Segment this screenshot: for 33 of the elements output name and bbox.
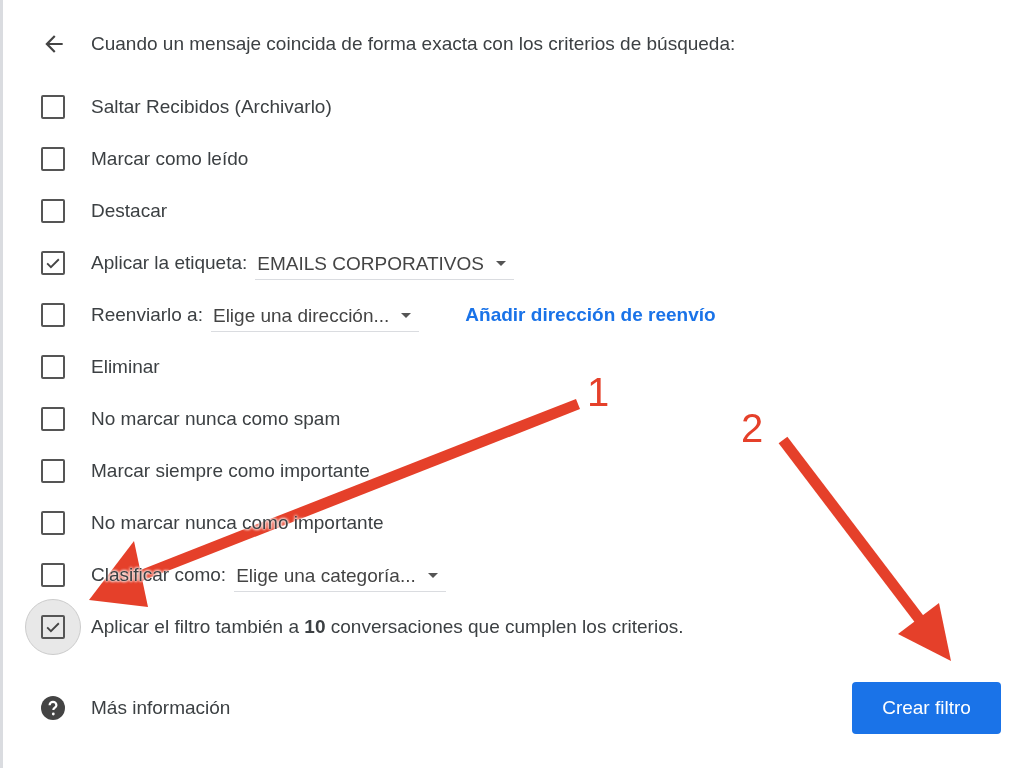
option-label: No marcar nunca como spam (91, 408, 341, 430)
help-icon[interactable] (41, 696, 65, 720)
checkbox[interactable] (41, 147, 65, 171)
create-filter-button[interactable]: Crear filtro (852, 682, 1001, 734)
dropdown[interactable]: Elige una dirección... (210, 304, 420, 332)
checkbox[interactable] (41, 199, 65, 223)
checkbox[interactable] (41, 303, 65, 327)
option-label: Aplicar la etiqueta: (91, 252, 248, 274)
checkbox[interactable] (41, 407, 65, 431)
caret-icon (427, 572, 438, 579)
checkbox[interactable] (41, 355, 65, 379)
dropdown[interactable]: Elige una categoría... (234, 564, 446, 592)
checkbox[interactable] (41, 563, 65, 587)
checkbox[interactable] (41, 95, 65, 119)
header-text: Cuando un mensaje coincida de forma exacta con los criterios de búsqueda: (91, 33, 736, 55)
help-text[interactable]: Más información (91, 697, 852, 719)
caret-icon (401, 312, 412, 319)
checkbox[interactable] (41, 511, 65, 535)
option-label: Reenviarlo a: (91, 304, 203, 326)
option-label: Marcar como leído (91, 148, 249, 170)
checkbox[interactable] (41, 615, 65, 639)
checkbox[interactable] (41, 459, 65, 483)
option-label: Destacar (91, 200, 168, 222)
caret-icon (495, 260, 506, 267)
dropdown[interactable]: EMAILS CORPORATIVOS (255, 252, 514, 280)
annotation-number: 1 (587, 372, 610, 412)
checkbox[interactable] (41, 251, 65, 275)
add-forward-link[interactable]: Añadir dirección de reenvío (465, 304, 716, 326)
option-label: Eliminar (91, 356, 160, 378)
option-label: Aplicar el filtro también a 10 conversaciones que cumplen los criterios. (91, 616, 684, 638)
annotation-number: 2 (741, 408, 764, 448)
option-label: Marcar siempre como importante (91, 460, 370, 482)
option-label: Saltar Recibidos (Archivarlo) (91, 96, 332, 118)
